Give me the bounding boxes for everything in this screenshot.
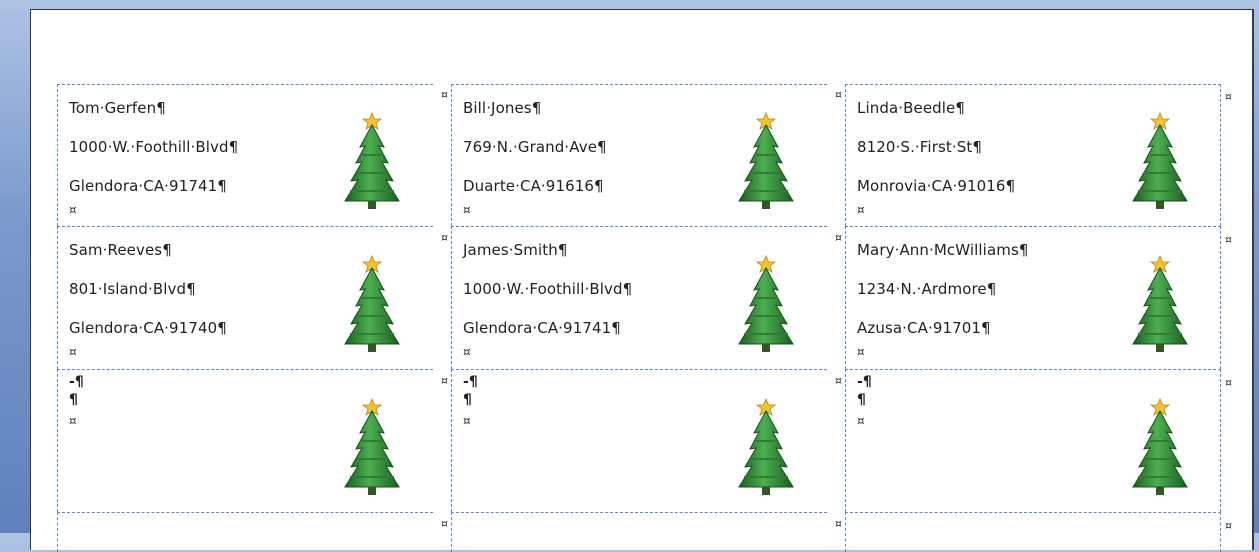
label-table: Tom·Gerfen¶ 1000·W.·Foothill·Blvd¶ Glend… bbox=[57, 84, 1232, 552]
label-cell[interactable] bbox=[57, 512, 433, 552]
end-of-cell-mark: ¤ bbox=[69, 345, 77, 359]
end-of-row-mark: ¤ bbox=[1225, 519, 1232, 532]
christmas-tree-icon bbox=[332, 104, 412, 216]
recipient-name: Linda·Beedle¶ bbox=[857, 99, 966, 117]
label-cell[interactable] bbox=[451, 512, 827, 552]
christmas-tree-icon bbox=[726, 104, 806, 216]
end-of-cell-mark: ¤ bbox=[441, 88, 448, 101]
end-of-cell-mark: ¤ bbox=[463, 345, 471, 359]
empty-line: ¶ bbox=[857, 392, 867, 408]
end-of-cell-mark: ¤ bbox=[463, 203, 471, 217]
recipient-name: Sam·Reeves¶ bbox=[69, 241, 172, 259]
city-state-zip: Glendora·CA·91740¶ bbox=[69, 319, 227, 337]
christmas-tree-icon bbox=[726, 390, 806, 502]
recipient-name: James·Smith¶ bbox=[463, 241, 568, 259]
street-address: 8120·S.·First·St¶ bbox=[857, 138, 982, 156]
end-of-cell-mark: ¤ bbox=[835, 231, 842, 244]
city-state-zip: Azusa·CA·91701¶ bbox=[857, 319, 991, 337]
city-state-zip: Monrovia·CA·91016¶ bbox=[857, 177, 1016, 195]
street-address: 769·N.·Grand·Ave¶ bbox=[463, 138, 607, 156]
recipient-name: Mary·Ann·McWilliams¶ bbox=[857, 241, 1029, 259]
end-of-cell-mark: ¤ bbox=[835, 517, 842, 530]
christmas-tree-icon bbox=[1120, 104, 1200, 216]
empty-line: -¶ bbox=[463, 374, 478, 390]
end-of-cell-mark: ¤ bbox=[441, 517, 448, 530]
label-cell[interactable] bbox=[845, 512, 1221, 552]
city-state-zip: Duarte·CA·91616¶ bbox=[463, 177, 604, 195]
end-of-cell-mark: ¤ bbox=[463, 414, 471, 428]
christmas-tree-icon bbox=[1120, 247, 1200, 359]
end-of-cell-mark: ¤ bbox=[441, 231, 448, 244]
street-address: 1000·W.·Foothill·Blvd¶ bbox=[69, 138, 239, 156]
christmas-tree-icon bbox=[1120, 390, 1200, 502]
end-of-cell-mark: ¤ bbox=[69, 203, 77, 217]
end-of-cell-mark: ¤ bbox=[857, 203, 865, 217]
end-of-row-mark: ¤ bbox=[1225, 233, 1232, 246]
christmas-tree-icon bbox=[332, 390, 412, 502]
end-of-cell-mark: ¤ bbox=[69, 414, 77, 428]
end-of-cell-mark: ¤ bbox=[835, 88, 842, 101]
city-state-zip: Glendora·CA·91741¶ bbox=[463, 319, 621, 337]
end-of-cell-mark: ¤ bbox=[441, 374, 448, 387]
end-of-cell-mark: ¤ bbox=[857, 345, 865, 359]
street-address: 801·Island·Blvd¶ bbox=[69, 280, 196, 298]
christmas-tree-icon bbox=[332, 247, 412, 359]
end-of-cell-mark: ¤ bbox=[857, 414, 865, 428]
empty-line: ¶ bbox=[463, 392, 473, 408]
recipient-name: Tom·Gerfen¶ bbox=[69, 99, 166, 117]
end-of-row-mark: ¤ bbox=[1225, 376, 1232, 389]
city-state-zip: Glendora·CA·91741¶ bbox=[69, 177, 227, 195]
recipient-name: Bill·Jones¶ bbox=[463, 99, 542, 117]
christmas-tree-icon bbox=[726, 247, 806, 359]
empty-line: -¶ bbox=[857, 374, 872, 390]
street-address: 1234·N.·Ardmore¶ bbox=[857, 280, 997, 298]
empty-line: -¶ bbox=[69, 374, 84, 390]
empty-line: ¶ bbox=[69, 392, 79, 408]
end-of-cell-mark: ¤ bbox=[835, 374, 842, 387]
street-address: 1000·W.·Foothill·Blvd¶ bbox=[463, 280, 633, 298]
end-of-row-mark: ¤ bbox=[1225, 90, 1232, 103]
